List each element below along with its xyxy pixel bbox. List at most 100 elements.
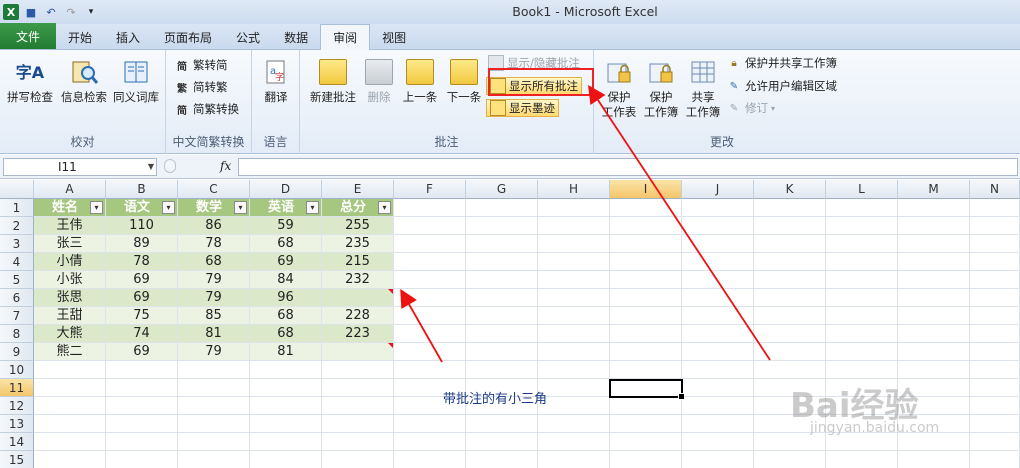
grid-cell[interactable] <box>394 199 466 217</box>
table-header-cell[interactable]: 姓名 ▾ <box>34 199 106 217</box>
grid-cell[interactable] <box>250 379 322 397</box>
grid-cell[interactable] <box>826 217 898 235</box>
grid-cell[interactable] <box>754 271 826 289</box>
row-header-8[interactable]: 8 <box>0 325 34 343</box>
table-cell[interactable]: 68 <box>250 235 322 253</box>
protect-share-button[interactable]: 🔒︎ 保护并共享工作簿 <box>726 54 837 72</box>
grid-cell[interactable] <box>754 217 826 235</box>
grid-cell[interactable] <box>538 325 610 343</box>
table-cell[interactable]: 王伟 <box>34 217 106 235</box>
grid-cell[interactable] <box>34 451 106 468</box>
grid-cell[interactable] <box>394 217 466 235</box>
grid-cell[interactable] <box>898 361 970 379</box>
table-cell[interactable]: 255 <box>322 217 394 235</box>
row-header-9[interactable]: 9 <box>0 343 34 361</box>
grid-cell[interactable] <box>178 451 250 468</box>
research-button[interactable]: 信息检索 <box>58 56 110 105</box>
table-cell[interactable]: 张三 <box>34 235 106 253</box>
filter-dropdown-icon[interactable]: ▾ <box>90 201 103 214</box>
share-workbook-button[interactable]: 共享 工作簿 <box>682 56 724 120</box>
grid-cell[interactable] <box>826 343 898 361</box>
grid-cell[interactable] <box>466 271 538 289</box>
tab-4[interactable]: 公式 <box>224 25 272 49</box>
grid-cell[interactable] <box>682 271 754 289</box>
grid-cell[interactable] <box>466 253 538 271</box>
grid-cell[interactable] <box>970 433 1020 451</box>
row-header-6[interactable]: 6 <box>0 289 34 307</box>
grid-cell[interactable] <box>394 433 466 451</box>
grid-cell[interactable] <box>610 217 682 235</box>
column-header-N[interactable]: N <box>970 180 1020 199</box>
grid-cell[interactable] <box>970 343 1020 361</box>
filter-dropdown-icon[interactable]: ▾ <box>306 201 319 214</box>
row-header-10[interactable]: 10 <box>0 361 34 379</box>
grid-cell[interactable] <box>610 289 682 307</box>
row-header-12[interactable]: 12 <box>0 397 34 415</box>
grid-cell[interactable] <box>466 361 538 379</box>
grid-cell[interactable] <box>394 307 466 325</box>
table-header-cell[interactable]: 数学 ▾ <box>178 199 250 217</box>
grid-cell[interactable] <box>178 397 250 415</box>
grid-cell[interactable] <box>250 451 322 468</box>
table-cell[interactable]: 75 <box>106 307 178 325</box>
grid-cell[interactable] <box>322 451 394 468</box>
grid-cell[interactable] <box>106 397 178 415</box>
table-cell[interactable]: 王甜 <box>34 307 106 325</box>
grid-cell[interactable] <box>538 415 610 433</box>
grid-cell[interactable] <box>538 307 610 325</box>
grid-cell[interactable] <box>754 325 826 343</box>
grid-cell[interactable] <box>682 397 754 415</box>
name-box-dropdown-icon[interactable]: ▼ <box>148 159 154 175</box>
grid-cell[interactable] <box>970 271 1020 289</box>
grid-cell[interactable] <box>322 415 394 433</box>
grid-cell[interactable] <box>610 361 682 379</box>
table-cell[interactable]: 79 <box>178 271 250 289</box>
grid-cell[interactable] <box>250 415 322 433</box>
tab-6[interactable]: 审阅 <box>320 24 371 50</box>
table-cell[interactable] <box>322 343 394 361</box>
row-header-13[interactable]: 13 <box>0 415 34 433</box>
grid-cell[interactable] <box>466 343 538 361</box>
grid-cell[interactable] <box>394 289 466 307</box>
grid-cell[interactable] <box>394 343 466 361</box>
table-cell[interactable]: 69 <box>250 253 322 271</box>
column-header-D[interactable]: D <box>250 180 322 199</box>
tab-3[interactable]: 页面布局 <box>152 25 224 49</box>
grid-cell[interactable] <box>682 451 754 468</box>
protect-sheet-button[interactable]: 保护 工作表 <box>598 56 640 120</box>
table-cell[interactable]: 81 <box>250 343 322 361</box>
thesaurus-button[interactable]: 同义词库 <box>110 56 162 105</box>
grid-cell[interactable] <box>826 361 898 379</box>
table-cell[interactable]: 小张 <box>34 271 106 289</box>
grid-cell[interactable] <box>106 361 178 379</box>
grid-cell[interactable] <box>250 433 322 451</box>
grid-cell[interactable] <box>610 199 682 217</box>
grid-cell[interactable] <box>394 271 466 289</box>
grid-cell[interactable] <box>466 415 538 433</box>
grid-cell[interactable] <box>250 361 322 379</box>
grid-cell[interactable] <box>34 415 106 433</box>
grid-cell[interactable] <box>106 433 178 451</box>
table-cell[interactable]: 小倩 <box>34 253 106 271</box>
table-cell[interactable]: 59 <box>250 217 322 235</box>
grid-cell[interactable] <box>538 289 610 307</box>
grid-cell[interactable] <box>322 397 394 415</box>
grid-cell[interactable] <box>610 271 682 289</box>
grid-cell[interactable] <box>394 451 466 468</box>
grid-cell[interactable] <box>322 433 394 451</box>
table-cell[interactable]: 79 <box>178 343 250 361</box>
table-cell[interactable]: 110 <box>106 217 178 235</box>
select-all-corner[interactable] <box>0 180 34 199</box>
column-header-L[interactable]: L <box>826 180 898 199</box>
row-header-5[interactable]: 5 <box>0 271 34 289</box>
grid-cell[interactable] <box>178 379 250 397</box>
grid-cell[interactable] <box>34 379 106 397</box>
previous-comment-button[interactable]: 上一条 <box>398 56 442 105</box>
table-cell[interactable]: 84 <box>250 271 322 289</box>
tab-7[interactable]: 视图 <box>370 25 418 49</box>
table-cell[interactable]: 96 <box>250 289 322 307</box>
table-cell[interactable]: 熊二 <box>34 343 106 361</box>
grid-cell[interactable] <box>538 379 610 397</box>
grid-cell[interactable] <box>466 235 538 253</box>
filter-dropdown-icon[interactable]: ▾ <box>162 201 175 214</box>
